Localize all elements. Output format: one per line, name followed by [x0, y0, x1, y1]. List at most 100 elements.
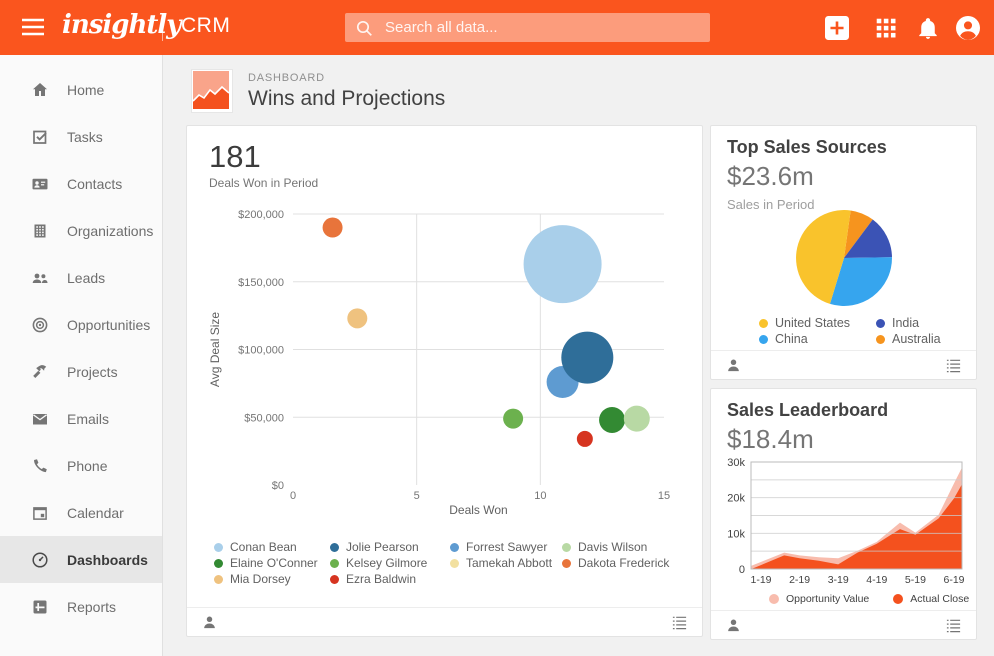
- owner-person-icon[interactable]: [201, 614, 218, 631]
- sidebar-item-label: Dashboards: [67, 551, 148, 568]
- hammer-icon: [33, 364, 47, 378]
- sidebar-item-emails[interactable]: Emails: [0, 395, 162, 442]
- search-input[interactable]: [383, 18, 700, 37]
- list-icon[interactable]: [945, 617, 962, 634]
- sidebar-item-opportunities[interactable]: Opportunities: [0, 301, 162, 348]
- svg-text:Deals Won: Deals Won: [449, 503, 507, 517]
- sidebar-item-organizations[interactable]: Organizations: [0, 207, 162, 254]
- legend-item: Forrest Sawyer: [450, 540, 562, 554]
- sidebar-item-contacts[interactable]: Contacts: [0, 160, 162, 207]
- svg-text:3-19: 3-19: [828, 574, 849, 586]
- sidebar-item-reports[interactable]: Reports: [0, 583, 162, 630]
- list-icon[interactable]: [671, 614, 688, 631]
- top-sales-sources-card: Top Sales Sources $23.6m Sales in Period…: [710, 125, 977, 380]
- card-value: $23.6m: [727, 160, 814, 191]
- sidebar-item-label: Home: [67, 81, 105, 98]
- svg-text:1-19: 1-19: [750, 574, 771, 586]
- sidebar-item-home[interactable]: Home: [0, 66, 162, 113]
- svg-text:0: 0: [739, 564, 745, 576]
- sidebar-item-label: Projects: [67, 363, 118, 380]
- sidebar-item-label: Contacts: [67, 175, 123, 192]
- legend-dot: [330, 574, 339, 584]
- card-footer: [711, 350, 976, 379]
- apps-grid-icon[interactable]: [874, 16, 898, 40]
- calendar-icon: [33, 506, 47, 520]
- bubble-chart: $0 $50,000 $100,000 $150,000 $200,000 0 5 10 15 D…: [187, 196, 704, 536]
- sidebar-item-label: Reports: [67, 598, 117, 615]
- legend-dot: [562, 542, 571, 552]
- legend-item: Davis Wilson: [562, 540, 669, 554]
- sidebar-item-label: Emails: [67, 410, 110, 427]
- sidebar-item-tasks[interactable]: Tasks: [0, 113, 162, 160]
- legend-dot: [450, 542, 459, 552]
- people-icon: [32, 273, 48, 283]
- owner-person-icon[interactable]: [725, 357, 742, 374]
- target-icon: [32, 317, 48, 332]
- legend-dot: [876, 318, 885, 328]
- pie-chart: [794, 208, 894, 313]
- legend-item: Elaine O'Conner: [214, 556, 330, 570]
- legend-item: Dakota Frederick: [562, 556, 669, 570]
- card-title: Top Sales Sources: [727, 137, 887, 157]
- bubble-legend: Conan Bean Jolie Pearson Forrest Sawyer …: [214, 540, 669, 586]
- sidebar-item-label: Opportunities: [67, 316, 151, 333]
- svg-text:10: 10: [534, 490, 546, 502]
- sidebar-item-dashboards[interactable]: Dashboards: [0, 536, 162, 583]
- area-legend: Opportunity Value Actual Close: [769, 592, 969, 606]
- mini-area-chart-icon: [192, 71, 230, 109]
- kpi-label: Deals Won in Period: [209, 176, 319, 191]
- brand-divider: [162, 14, 163, 41]
- dashboard-thumbnail: [191, 69, 233, 113]
- search-bar[interactable]: [345, 13, 710, 42]
- legend-item: United States: [759, 316, 876, 330]
- legend-item: China: [759, 332, 876, 346]
- sidebar-item-label: Phone: [67, 457, 108, 474]
- gauge-icon: [32, 551, 48, 568]
- legend-item: Actual Close: [893, 592, 969, 606]
- svg-text:4-19: 4-19: [866, 574, 887, 586]
- notifications-bell-icon[interactable]: [916, 16, 940, 40]
- legend-dot: [759, 318, 768, 328]
- sidebar-item-projects[interactable]: Projects: [0, 348, 162, 395]
- svg-text:2-19: 2-19: [789, 574, 810, 586]
- svg-text:6-19: 6-19: [943, 574, 964, 586]
- legend-item: Conan Bean: [214, 540, 330, 554]
- legend-item: Australia: [876, 332, 941, 346]
- phone-icon: [34, 458, 47, 472]
- legend-dot: [330, 558, 339, 568]
- card-header: Sales Leaderboard $18.4m: [727, 400, 888, 455]
- legend-dot: [769, 594, 779, 604]
- sidebar-item-leads[interactable]: Leads: [0, 254, 162, 301]
- sidebar: Home Tasks Contacts Organizations Leads …: [0, 55, 163, 656]
- breadcrumb-eyebrow: DASHBOARD: [248, 71, 325, 84]
- legend-dot: [893, 594, 904, 604]
- menu-icon[interactable]: [20, 15, 46, 39]
- search-icon: [356, 20, 372, 36]
- report-icon: [33, 600, 47, 613]
- add-icon[interactable]: [825, 16, 849, 40]
- legend-item: Jolie Pearson: [330, 540, 450, 554]
- svg-text:Avg Deal Size: Avg Deal Size: [208, 312, 222, 387]
- svg-text:$0: $0: [272, 480, 284, 492]
- svg-text:15: 15: [658, 490, 670, 502]
- pie-legend: United States India China Australia: [759, 316, 941, 346]
- kpi-deals-won: 181 Deals Won in Period: [209, 139, 319, 191]
- sidebar-item-label: Organizations: [67, 222, 154, 239]
- legend-dot: [214, 542, 223, 552]
- legend-dot: [450, 558, 459, 568]
- svg-text:30k: 30k: [727, 457, 745, 469]
- owner-person-icon[interactable]: [725, 617, 742, 634]
- sidebar-item-phone[interactable]: Phone: [0, 442, 162, 489]
- account-avatar-icon[interactable]: [956, 16, 980, 40]
- list-icon[interactable]: [945, 357, 962, 374]
- svg-text:5-19: 5-19: [905, 574, 926, 586]
- top-bar: insightly CRM: [0, 0, 994, 55]
- sidebar-item-calendar[interactable]: Calendar: [0, 489, 162, 536]
- legend-dot: [759, 334, 768, 344]
- legend-item: India: [876, 316, 941, 330]
- home-icon: [33, 82, 47, 96]
- product-name: CRM: [181, 14, 231, 37]
- legend-dot: [330, 542, 339, 552]
- sidebar-item-label: Leads: [67, 269, 106, 286]
- card-title: Sales Leaderboard: [727, 400, 889, 420]
